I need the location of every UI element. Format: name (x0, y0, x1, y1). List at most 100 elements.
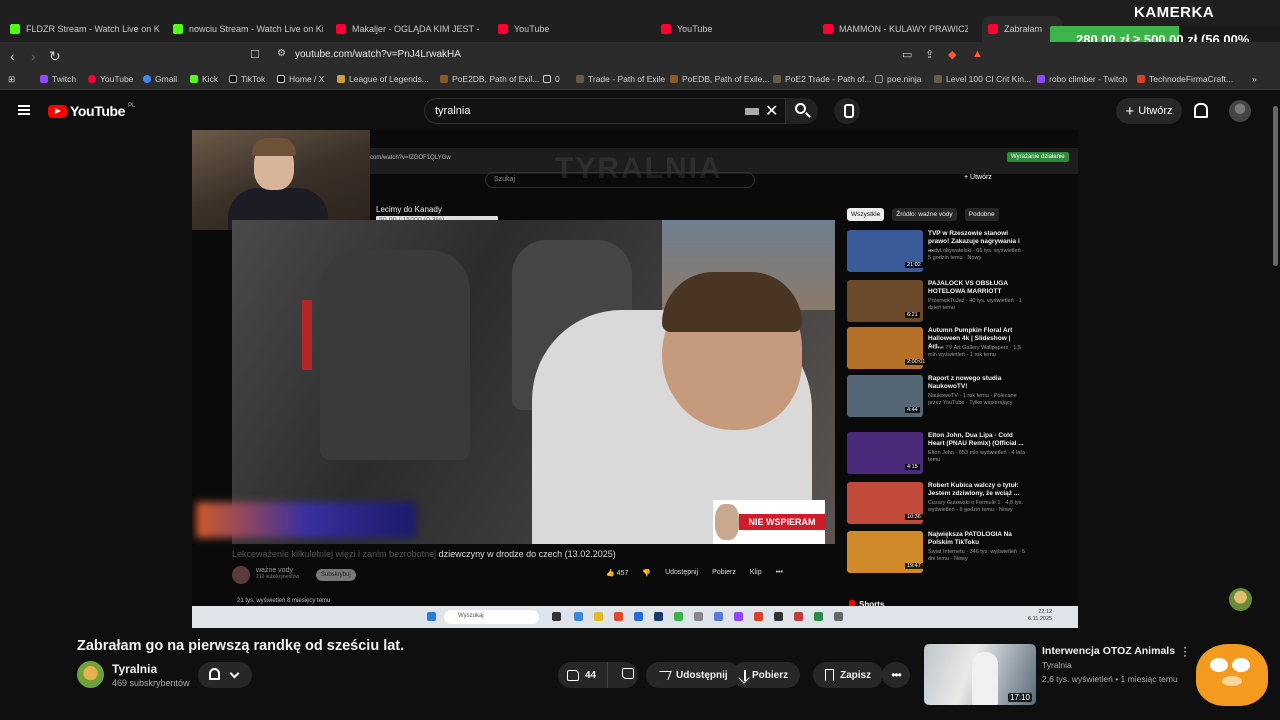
clear-search-icon[interactable]: ✕ (765, 101, 778, 121)
brave-shield-icon[interactable]: ◆ (948, 48, 956, 61)
inner-download: Pobierz (712, 569, 736, 576)
tab-label: Zabrałam (1004, 24, 1043, 34)
inner-rec-duration: 19:47 (905, 563, 923, 569)
like-button[interactable]: 44 (558, 662, 608, 688)
tab-label: Makaljer - OGLĄDA KIM JEST - YouT (352, 24, 481, 34)
related-video-thumbnail[interactable]: 17:10 (924, 644, 1036, 705)
bookmark-item[interactable]: Twitch (40, 74, 76, 84)
subscription-notifications-button[interactable] (198, 662, 252, 688)
bookmarks-overflow-icon[interactable]: » (1252, 74, 1257, 84)
inner-rec-meta: Cezary Gutowski o Formule 1 · 4,8 tys. w… (928, 500, 1024, 513)
screenshot-icon[interactable]: ▭ (902, 48, 912, 61)
browser-tab[interactable]: YouTube (498, 16, 648, 42)
inner-rec-meta: Elton John · 653 mln wyświetleń · 4 lata… (928, 450, 1025, 463)
bookmark-label: Kick (202, 74, 219, 84)
bookmark-label: poe.ninja (887, 74, 922, 84)
dislike-button[interactable] (614, 668, 634, 682)
bookmark-item[interactable]: TikTok (229, 74, 265, 84)
inner-channel-name: ważne vody (256, 567, 293, 574)
scrollbar-thumb[interactable] (1273, 106, 1278, 266)
browser-tab[interactable]: nowciu Stream - Watch Live on Kick (173, 16, 323, 42)
keyboard-icon[interactable] (745, 108, 759, 115)
youtube-icon (336, 24, 346, 34)
browser-tab[interactable]: Makaljer - OGLĄDA KIM JEST - YouT (336, 16, 481, 42)
inner-rec-meta: audyt obywatelski · 66 tys. wyświetleń ·… (928, 248, 1024, 261)
account-avatar[interactable] (1229, 100, 1251, 122)
bookmark-item[interactable]: Level 100 CI Crit Kin... (934, 74, 1031, 84)
inner-actions: 👍 457 👎 Udostępnij Pobierz Klip ••• (606, 569, 783, 577)
create-button[interactable]: + Utwórz (1116, 98, 1182, 124)
taskbar-app-icon (774, 612, 783, 621)
bookmark-item[interactable]: poe.ninja (875, 74, 922, 84)
bookmark-item[interactable]: 0 (543, 74, 560, 84)
twitch-icon (1037, 75, 1045, 83)
browser-tab[interactable]: MAMMON - KULAWY PRAWICZEK D (823, 16, 968, 42)
bookmark-item[interactable]: YouTube (88, 74, 133, 84)
voice-search-button[interactable] (834, 98, 860, 124)
taskbar-app-icon (594, 612, 603, 621)
browser-tab[interactable]: FLDZR Stream - Watch Live on Kick (10, 16, 160, 42)
address-url[interactable]: youtube.com/watch?v=PnJ4LrwakHA (295, 49, 461, 60)
related-video-title[interactable]: Interwencja OTOZ Animals (1042, 645, 1175, 657)
inner-recommendation: 2:00:01 Autumn Pumpkin Floral Art Hallowe… (847, 327, 1067, 371)
channel-name[interactable]: Tyralnia (112, 662, 157, 676)
inner-rec-duration: 21:02 (905, 262, 923, 268)
taskbar-app-icon (754, 612, 763, 621)
share-button[interactable]: Udostępnij (646, 662, 740, 688)
inner-dislike-icon: 👎 (642, 570, 652, 577)
brave-rewards-icon[interactable]: ▲ (972, 48, 983, 60)
bookmark-item[interactable]: PoE2DB, Path of Exil... (440, 74, 539, 84)
site-settings-icon[interactable]: ⚙ (277, 48, 286, 59)
search-button[interactable] (786, 98, 818, 124)
poedb-icon (670, 75, 678, 83)
related-channel[interactable]: Tyralnia (1042, 660, 1072, 670)
browser-tab[interactable]: YouTube (661, 16, 811, 42)
video-player[interactable]: com/watch?v=fZGOF1QLYGw TYRALNIA Wyrażan… (192, 130, 1078, 628)
search-input[interactable]: tyralnia ✕ (424, 98, 786, 124)
bookmark-item[interactable]: PoEDB, Path of Exile... (670, 74, 769, 84)
menu-icon[interactable] (18, 105, 30, 115)
search-value: tyralnia (435, 105, 471, 117)
reload-icon[interactable]: ↻ (49, 48, 61, 65)
garfield-eye (1210, 658, 1228, 672)
bookmark-label: TechnodeFirmaCraft... (1149, 74, 1234, 84)
windows-start-icon (427, 612, 436, 621)
forward-icon[interactable]: › (31, 48, 36, 64)
taskbar-app-icon (574, 612, 583, 621)
taskbar-app-icon (734, 612, 743, 621)
bookmark-item[interactable]: League of Legends... (337, 74, 429, 84)
bookmark-label: Gmail (155, 74, 178, 84)
save-button[interactable]: Zapisz (813, 662, 884, 688)
inner-video-title-faded: Lekceważenie kilkuletniej więzi i zanim … (232, 549, 437, 559)
inner-recommendation: 21:02 TVP w Rzeszowie stanowi prawo! Zaka… (847, 230, 1067, 274)
bookmark-item[interactable]: robo climber - Twitch (1037, 74, 1127, 84)
poe2-trade-icon (773, 75, 781, 83)
bookmark-label: 0 (555, 74, 560, 84)
share-page-icon[interactable]: ⇪ (925, 48, 934, 61)
bookmark-icon[interactable]: ☐ (250, 48, 260, 61)
more-actions-button[interactable]: ••• (882, 662, 910, 688)
inner-recommendation: 10:36 Robert Kubica walczy o tytuł: Jeste… (847, 482, 1067, 526)
apps-icon[interactable]: ⊞ (8, 74, 15, 85)
taskbar-time: 22:12 (1038, 609, 1053, 615)
bookmark-label: PoEDB, Path of Exile... (682, 74, 770, 84)
bookmark-item[interactable]: TechnodeFirmaCraft... (1137, 74, 1233, 84)
bookmark-item[interactable]: Trade - Path of Exile (576, 74, 665, 84)
related-menu-icon[interactable]: · · · (1183, 641, 1187, 661)
channel-avatar[interactable] (77, 661, 104, 688)
youtube-icon (988, 24, 998, 34)
youtube-logo[interactable]: YouTube PL (48, 103, 135, 119)
inner-more-icon: ••• (775, 569, 783, 576)
bookmark-item[interactable]: Gmail (143, 74, 177, 84)
bookmark-item[interactable]: Kick (190, 74, 218, 84)
notifications-icon[interactable] (1192, 101, 1208, 119)
bookmark-item[interactable]: Home / X (277, 74, 324, 84)
poe2db-icon (440, 75, 448, 83)
page-scrollbar[interactable] (1271, 92, 1280, 720)
download-button[interactable]: Pobierz (732, 662, 801, 688)
inner-share: Udostępnij (665, 569, 699, 576)
bookmark-item[interactable]: PoE2 Trade - Path of... (773, 74, 871, 84)
folder-icon (543, 75, 551, 83)
back-icon[interactable]: ‹ (10, 48, 15, 64)
bookmark-label: PoE2 Trade - Path of... (785, 74, 872, 84)
